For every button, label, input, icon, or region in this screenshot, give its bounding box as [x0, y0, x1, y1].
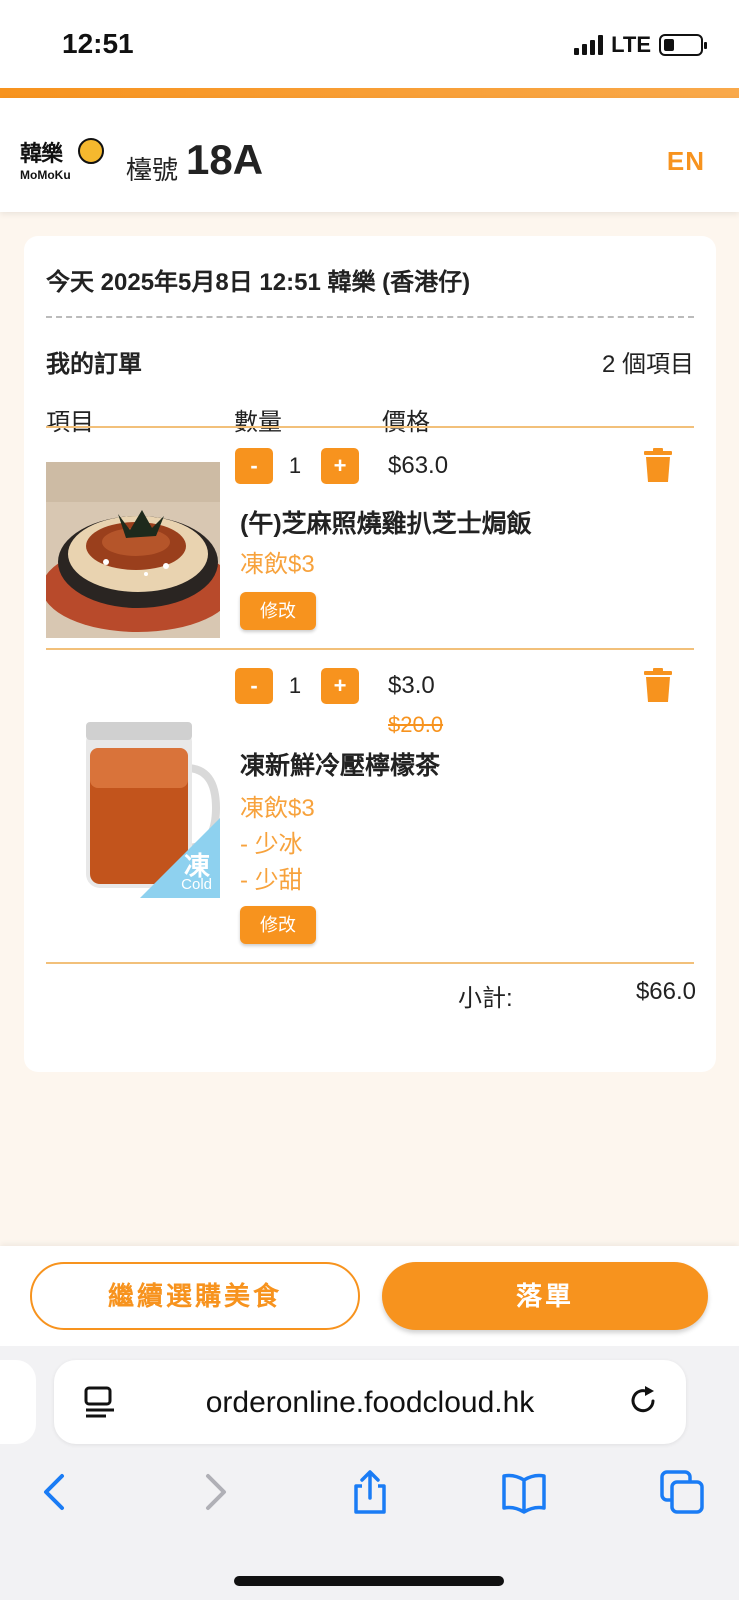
- item-name: 凍新鮮冷壓檸檬茶: [240, 752, 441, 780]
- trash-icon: [644, 668, 672, 702]
- action-bar: 繼續選購美食 落單: [0, 1246, 739, 1346]
- decrease-qty-button[interactable]: -: [235, 448, 273, 484]
- item-price: $3.0: [388, 672, 435, 699]
- subtotal-label: 小計:: [458, 985, 513, 1012]
- back-icon[interactable]: [34, 1470, 78, 1514]
- header-divider: [46, 426, 694, 428]
- app-header: 韓樂 MoMoKu 檯號 18A EN: [0, 98, 739, 212]
- order-card: 今天 2025年5月8日 12:51 韓樂 (香港仔) 我的訂單 2 個項目 項…: [24, 236, 716, 1072]
- delete-item-button[interactable]: [644, 668, 672, 702]
- browser-chrome: orderonline.foodcloud.hk: [0, 1346, 739, 1600]
- dashed-divider: [46, 316, 694, 318]
- continue-shopping-button[interactable]: 繼續選購美食: [30, 1262, 360, 1330]
- address-bar[interactable]: orderonline.foodcloud.hk: [54, 1360, 686, 1444]
- language-toggle[interactable]: EN: [667, 146, 705, 177]
- status-bar: 12:51 LTE: [0, 0, 739, 88]
- battery-level: [664, 39, 675, 51]
- item-option: - 少冰: [240, 831, 303, 858]
- previous-tab[interactable]: [0, 1360, 36, 1444]
- item-original-price: $20.0: [388, 712, 444, 737]
- cold-badge-en: Cold: [181, 876, 212, 893]
- column-header-qty: 數量: [234, 409, 282, 436]
- accent-strip: [0, 88, 739, 98]
- item-option: - 少甜: [240, 867, 303, 894]
- reload-icon[interactable]: [626, 1384, 660, 1418]
- home-indicator: [234, 1576, 504, 1586]
- increase-qty-button[interactable]: +: [321, 668, 359, 704]
- increase-qty-button[interactable]: +: [321, 448, 359, 484]
- item-option: 凍飲$3: [240, 551, 315, 578]
- signal-icon: [574, 35, 604, 55]
- item-quantity: 1: [288, 673, 302, 698]
- table-label: 檯號: [126, 155, 179, 185]
- table-number: 18A: [186, 136, 264, 183]
- subtotal-value: $66.0: [635, 978, 696, 1005]
- item-divider: [46, 962, 694, 964]
- delete-item-button[interactable]: [644, 448, 672, 482]
- status-icons: LTE: [574, 32, 707, 58]
- bookmarks-icon[interactable]: [502, 1470, 546, 1514]
- column-header-item: 項目: [46, 409, 94, 436]
- edit-item-button[interactable]: 修改: [240, 906, 316, 944]
- item-image-tea: 凍 Cold: [46, 688, 220, 898]
- share-icon[interactable]: [348, 1470, 392, 1514]
- logo-en-text: MoMoKu: [20, 168, 71, 182]
- item-image-rice: [46, 462, 220, 638]
- order-title: 我的訂單: [46, 351, 142, 378]
- mascot-icon: [78, 138, 104, 164]
- logo-cn-text: 韓樂: [20, 141, 63, 167]
- item-price: $63.0: [388, 452, 449, 479]
- item-count: 2 個項目: [601, 351, 694, 378]
- place-order-button[interactable]: 落單: [382, 1262, 708, 1330]
- item-divider: [46, 648, 694, 650]
- column-header-price: 價格: [382, 409, 430, 436]
- tabs-icon[interactable]: [660, 1470, 704, 1514]
- trash-icon: [644, 448, 672, 482]
- item-option: 凍飲$3: [240, 795, 315, 822]
- item-name: (午)芝麻照燒雞扒芝士焗飯: [240, 510, 532, 538]
- edit-item-button[interactable]: 修改: [240, 592, 316, 630]
- status-time: 12:51: [62, 28, 134, 59]
- order-date-line: 今天 2025年5月8日 12:51 韓樂 (香港仔): [46, 269, 471, 296]
- item-quantity: 1: [288, 453, 302, 478]
- battery-icon: [659, 34, 707, 56]
- brand-logo[interactable]: 韓樂 MoMoKu: [20, 136, 106, 186]
- url-text: orderonline.foodcloud.hk: [205, 1386, 535, 1419]
- forward-icon[interactable]: [192, 1470, 236, 1514]
- decrease-qty-button[interactable]: -: [235, 668, 273, 704]
- network-label: LTE: [611, 32, 651, 57]
